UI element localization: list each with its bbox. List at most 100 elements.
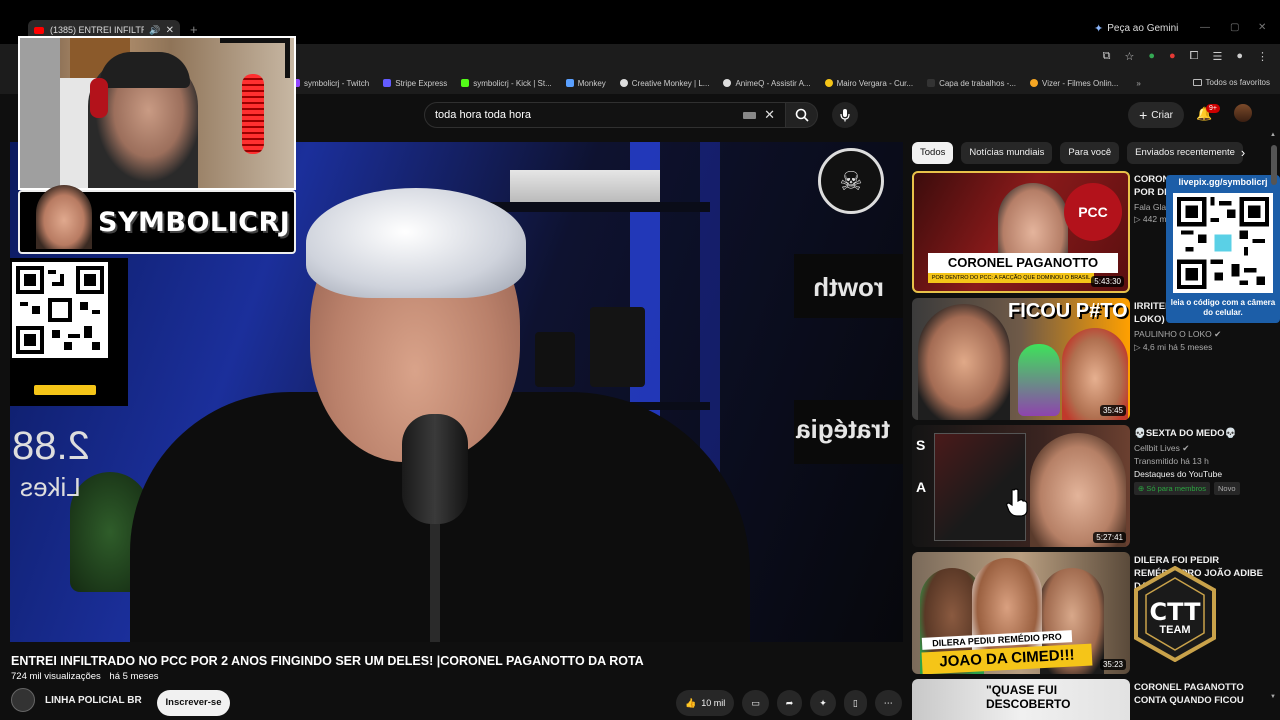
gemini-label: Peça ao Gemini: [1107, 23, 1179, 34]
extensions-puzzle-icon[interactable]: ⧠: [1190, 50, 1199, 63]
new-tab-button[interactable]: +: [190, 22, 198, 37]
bookmark-label: symbolicrj - Kick | St...: [473, 78, 552, 88]
channel-avatar[interactable]: [11, 688, 35, 712]
bookmark-label: Monkey: [577, 78, 606, 88]
save-button[interactable]: ▯: [843, 690, 867, 716]
webcam-scene-mic-arm: [220, 38, 290, 78]
related-video-badges: ⊕ Só para membros Novo: [1134, 482, 1264, 495]
qr-code-pattern: [1177, 197, 1269, 289]
related-video-channel[interactable]: PAULINHO O LOKO ✔: [1134, 329, 1264, 340]
toolbar-icons: ⧉ ☆ ● ● ⧠ ☰ ● ⋮: [1103, 50, 1268, 63]
bookmark-favicon-icon: [1030, 79, 1039, 87]
thumbnail-badge: PCC: [1064, 183, 1122, 241]
bookmark-item[interactable]: symbolicrj - Twitch: [292, 79, 369, 88]
related-video-title[interactable]: CORONEL PAGANOTTO CONTA QUANDO FICOU: [1134, 681, 1264, 707]
voice-search-button[interactable]: [832, 102, 858, 128]
bookmark-item[interactable]: symbolicrj - Kick | St...: [461, 79, 552, 88]
thumbnail-caption: CORONEL PAGANOTTO: [928, 253, 1118, 273]
all-bookmarks-label: Todos os favoritos: [1205, 78, 1270, 87]
ctt-logo-lettering: CTT: [1150, 598, 1202, 626]
window-close-icon[interactable]: ✕: [1258, 22, 1266, 33]
player-scene-person-hair: [306, 188, 526, 298]
bookmark-favicon-icon: [927, 79, 936, 87]
search-input[interactable]: toda hora toda hora ✕: [424, 102, 786, 128]
install-app-icon[interactable]: ⧉: [1103, 50, 1111, 63]
like-count: 10 mil: [701, 698, 726, 708]
video-thumbnail[interactable]: "QUASE FUI DESCOBERTO: [912, 679, 1130, 720]
related-video-title[interactable]: 💀SEXTA DO MEDO💀: [1134, 427, 1264, 440]
bookmark-item[interactable]: AnimeQ - Assistir A...: [723, 79, 811, 88]
bookmark-item[interactable]: Capa de trabalhos -...: [927, 79, 1016, 88]
browser-menu-icon[interactable]: ⋮: [1257, 50, 1268, 63]
streamer-nameplate: SYMBOLICRJ: [18, 185, 296, 254]
play-icon: ▷: [1134, 342, 1143, 352]
extension-green-icon[interactable]: ●: [1148, 50, 1155, 63]
verified-icon: ✔: [1214, 329, 1222, 339]
chip-para-voce[interactable]: Para você: [1060, 142, 1120, 164]
extension-red-icon[interactable]: ●: [1169, 50, 1176, 63]
video-meta: 724 mil visualizações há 5 meses: [11, 671, 165, 682]
chip-todos[interactable]: Todos: [912, 142, 954, 164]
related-video[interactable]: "QUASE FUI DESCOBERTO CORONEL PAGANOTTO …: [912, 679, 1268, 720]
bookmark-favicon-icon: [565, 79, 574, 87]
play-icon: ▷: [1134, 214, 1143, 224]
related-video-channel-name: PAULINHO O LOKO: [1134, 329, 1212, 339]
create-button[interactable]: + Criar: [1128, 102, 1184, 128]
player-wall-sign: rowth: [794, 254, 903, 318]
qr-code-pattern: [16, 266, 104, 354]
likes-sign-word: Likes: [20, 472, 81, 502]
profile-avatar-icon[interactable]: ●: [1236, 50, 1243, 63]
bookmark-item[interactable]: Monkey: [565, 78, 606, 88]
qr-code-icon: [12, 262, 108, 358]
speaker-icon[interactable]: 🔊: [149, 25, 160, 36]
share-button[interactable]: ➦: [776, 690, 803, 716]
scrollbar-thumb[interactable]: [1271, 145, 1277, 185]
keyboard-icon[interactable]: [743, 111, 757, 119]
comment-button[interactable]: ▭: [742, 690, 769, 716]
channel-name[interactable]: LINHA POLICIAL BR: [45, 695, 142, 706]
bookmarks-overflow-button[interactable]: »: [1136, 79, 1140, 88]
account-avatar[interactable]: [1234, 104, 1252, 122]
bookmark-star-icon[interactable]: ☆: [1124, 50, 1134, 63]
streamer-webcam: [18, 36, 296, 190]
chevron-right-icon[interactable]: ›: [1232, 142, 1254, 164]
video-thumbnail[interactable]: FICOU P#TO 35:45: [912, 298, 1130, 420]
streamer-avatar: [36, 185, 92, 249]
subscribe-button[interactable]: Inscrever-se: [157, 690, 230, 716]
video-thumbnail[interactable]: PCC CORONEL PAGANOTTO POR DENTRO DO PCC:…: [912, 171, 1130, 293]
scroll-down-arrow-icon[interactable]: ▼: [1270, 694, 1276, 700]
scroll-up-arrow-icon[interactable]: ▲: [1270, 132, 1276, 138]
bookmark-item[interactable]: Mairo Vergara - Cur...: [824, 78, 914, 88]
all-bookmarks-button[interactable]: Todos os favoritos: [1192, 78, 1270, 87]
related-video-channel[interactable]: Cellbit Lives ✔: [1134, 443, 1264, 454]
chip-enviados-recentemente[interactable]: Enviados recentemente: [1127, 142, 1243, 164]
livepix-qr-panel: livepix.gg/symbolicrj leia o código com …: [1166, 175, 1280, 323]
video-duration: 5:43:30: [1091, 276, 1124, 287]
more-actions-button[interactable]: ⋯: [874, 690, 902, 716]
like-button[interactable]: 👍 10 mil: [676, 690, 735, 716]
video-thumbnail[interactable]: DILERA PEDIU REMÉDIO PRO JOAO DA CIMED!!…: [912, 552, 1130, 674]
clear-search-icon[interactable]: ✕: [764, 107, 775, 123]
search-button[interactable]: [786, 102, 818, 128]
bookmark-item[interactable]: Stripe Express: [383, 79, 447, 88]
share-icon: ➦: [785, 697, 794, 708]
bookmark-label: Mairo Vergara - Cur...: [836, 78, 914, 88]
chip-noticias-mundiais[interactable]: Notícias mundiais: [961, 142, 1053, 164]
bookmark-item[interactable]: Vizer - Filmes Onlin...: [1030, 79, 1118, 88]
player-wall-sign: tratégia: [794, 400, 903, 464]
media-control-icon[interactable]: ☰: [1212, 50, 1222, 63]
video-thumbnail[interactable]: S A 5:27:41: [912, 425, 1130, 547]
bookmark-label: Capa de trabalhos -...: [939, 78, 1017, 88]
close-icon[interactable]: ✕: [166, 25, 174, 36]
maximize-icon[interactable]: ▢: [1230, 22, 1239, 33]
members-only-label: Só para membros: [1146, 484, 1206, 493]
bookmark-item[interactable]: Creative Monkey | L...: [619, 79, 709, 88]
channel-row: LINHA POLICIAL BR: [11, 688, 142, 712]
webcam-scene-microphone: [242, 74, 264, 154]
create-label: Criar: [1151, 109, 1173, 121]
minimize-icon[interactable]: —: [1200, 22, 1210, 33]
gemini-button[interactable]: ✦ Peça ao Gemini: [1094, 22, 1178, 35]
bookmark-icon: ▯: [852, 697, 858, 708]
related-video[interactable]: S A 5:27:41 💀SEXTA DO MEDO💀 Cellbit Live…: [912, 425, 1268, 547]
thanks-button[interactable]: ✦: [810, 690, 836, 716]
